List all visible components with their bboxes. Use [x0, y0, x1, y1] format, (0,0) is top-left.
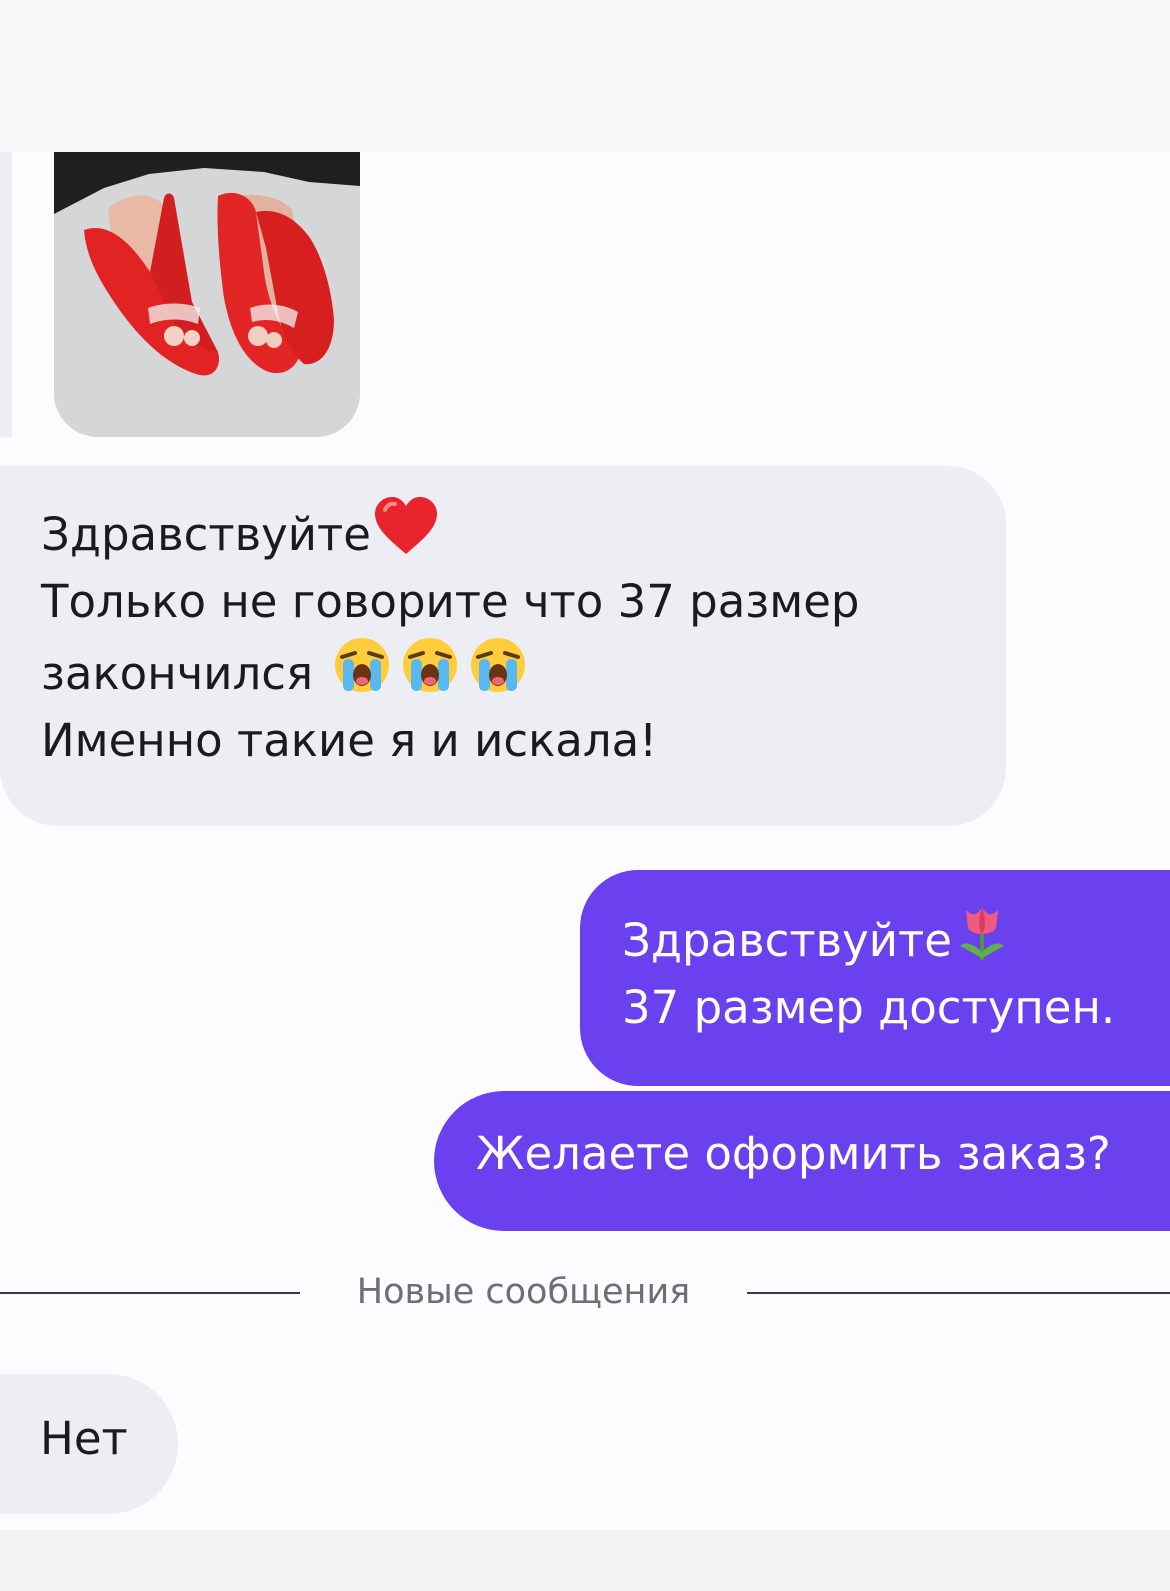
- red-flats-photo: [54, 152, 360, 437]
- tulip-icon: [954, 902, 1010, 962]
- loudly-crying-face-icon: [397, 635, 463, 695]
- message-line: Нет: [40, 1412, 128, 1465]
- divider-label: Новые сообщения: [356, 1272, 691, 1312]
- new-messages-divider: Новые сообщения: [0, 1270, 1170, 1314]
- message-thread: Здравствуйте Только не говорите что 37 р…: [0, 0, 1170, 1591]
- outgoing-message-bubble[interactable]: Здравствуйте 37 размер доступен.: [580, 870, 1170, 1086]
- previous-bubble-edge: [0, 152, 12, 437]
- divider-line: [747, 1292, 1170, 1294]
- message-line: Именно такие я и искала!: [41, 713, 658, 767]
- red-heart-icon: [373, 496, 439, 556]
- message-line: Здравствуйте: [41, 496, 1006, 569]
- outgoing-message-bubble[interactable]: Желаете оформить заказ?: [434, 1091, 1170, 1231]
- loudly-crying-face-icon: [465, 635, 531, 695]
- bottom-bar: [0, 1530, 1170, 1591]
- incoming-message-bubble[interactable]: Здравствуйте Только не говорите что 37 р…: [0, 466, 1006, 826]
- message-line: 37 размер доступен.: [622, 980, 1116, 1034]
- loudly-crying-face-icon: [329, 635, 395, 695]
- incoming-photo-message[interactable]: [54, 152, 360, 437]
- incoming-message-bubble[interactable]: Нет: [0, 1374, 178, 1514]
- message-line: Желаете оформить заказ?: [476, 1127, 1111, 1180]
- divider-line: [0, 1292, 300, 1294]
- message-line: Здравствуйте: [622, 902, 1170, 975]
- message-line: закончился: [41, 635, 1006, 708]
- message-line: Только не говорите что 37 размер: [41, 574, 860, 628]
